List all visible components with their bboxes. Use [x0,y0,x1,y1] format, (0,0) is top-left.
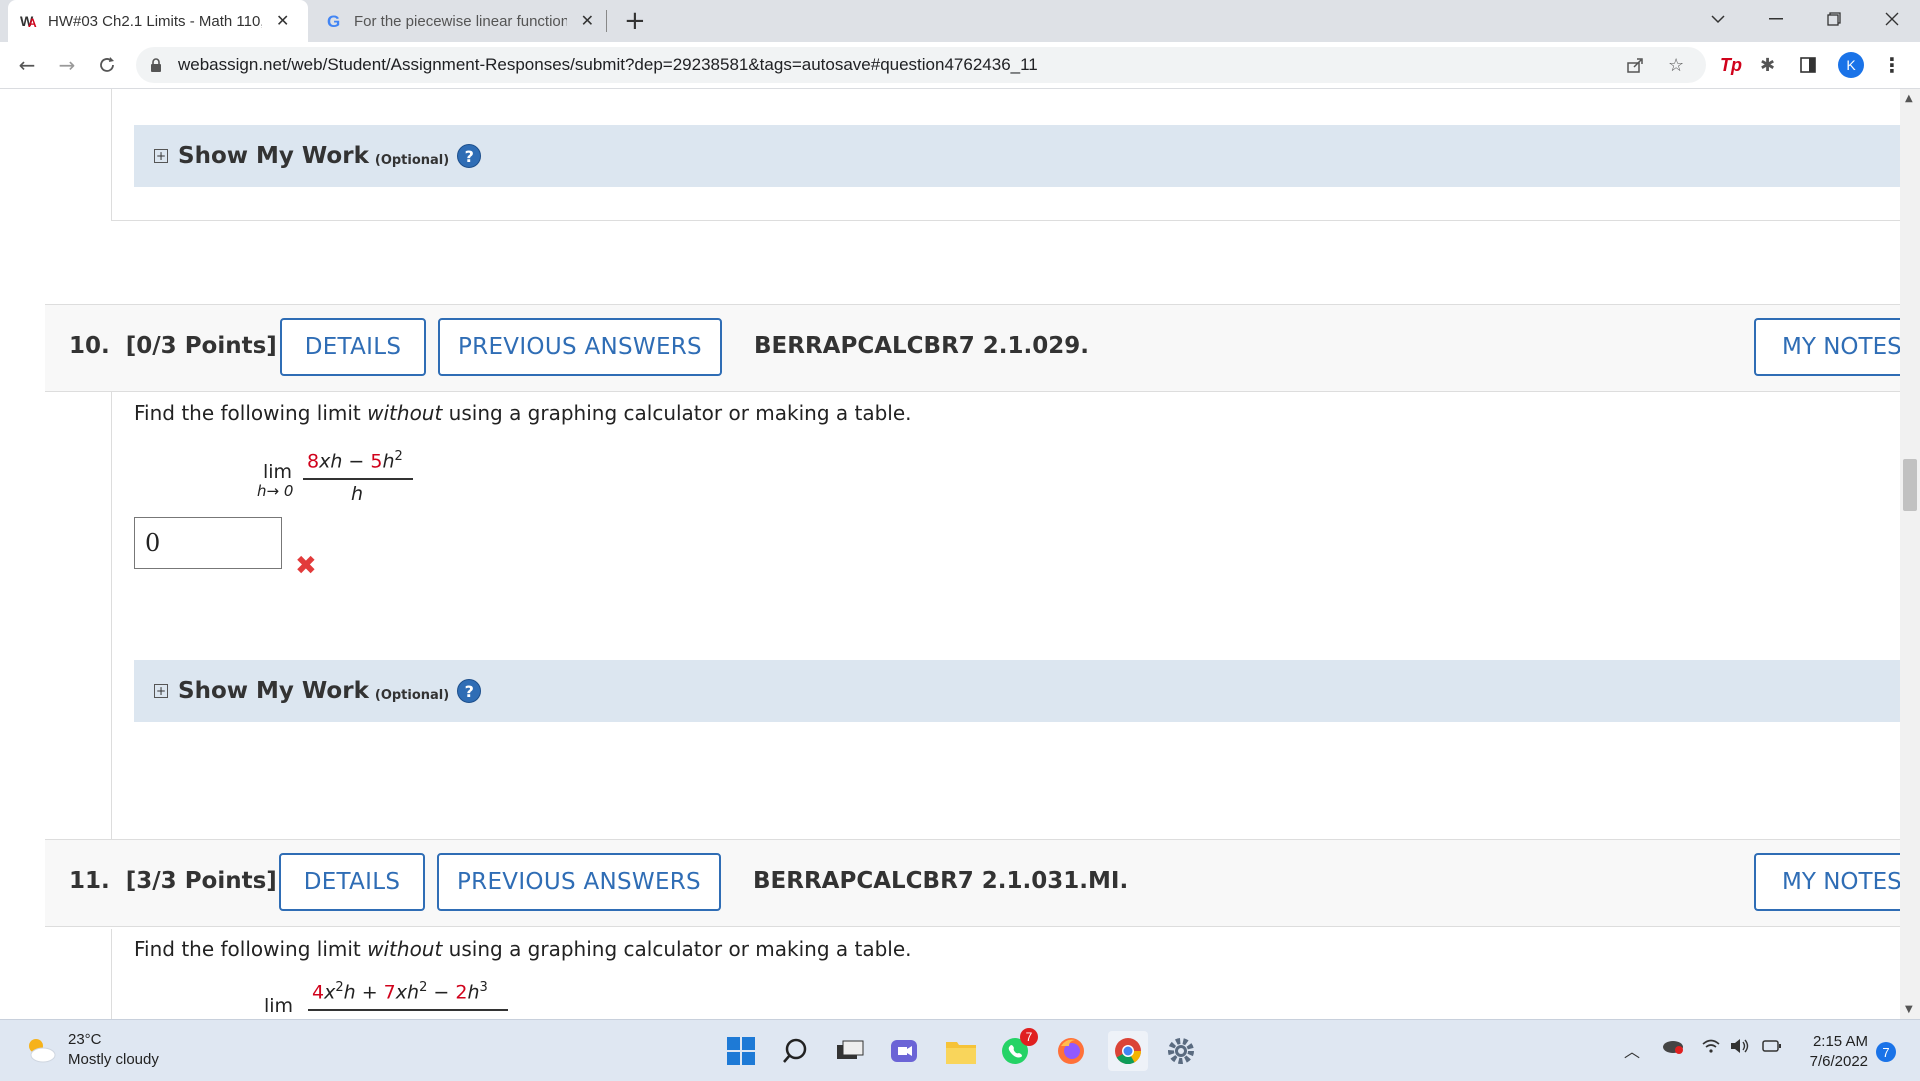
settings-gear-icon[interactable] [1164,1034,1198,1068]
question-11-header: 11. [3/3 Points] DETAILS PREVIOUS ANSWER… [45,839,1904,927]
window-close-icon[interactable] [1868,0,1916,38]
details-button[interactable]: DETAILS [279,853,425,911]
svg-text:G: G [327,12,340,30]
new-tab-icon[interactable]: + [624,6,646,36]
weather-widget[interactable]: 23°C Mostly cloudy [24,1030,159,1070]
scrollbar-thumb[interactable] [1903,459,1917,511]
tab-search-icon[interactable] [1694,0,1742,38]
bookmark-star-icon[interactable]: ☆ [1668,47,1684,83]
chevron-up-icon[interactable]: ︿ [1624,1038,1640,1062]
weather-condition: Mostly cloudy [68,1051,159,1068]
clock-time: 2:15 AM [1812,1033,1868,1050]
scroll-up-icon[interactable]: ▲ [1905,93,1913,104]
tab-title: For the piecewise linear function [354,12,567,30]
expand-plus-icon[interactable]: + [154,684,168,698]
tab-title: HW#03 Ch2.1 Limits - Math 110, [48,12,262,30]
tab-webassign[interactable]: WA HW#03 Ch2.1 Limits - Math 110, ✕ [8,0,308,42]
notification-badge: 7 [1020,1028,1038,1046]
address-bar[interactable]: webassign.net/web/Student/Assignment-Res… [136,47,1706,83]
clock-date: 7/6/2022 [1809,1053,1868,1070]
svg-text:A: A [28,16,37,29]
help-icon[interactable]: ? [457,144,482,168]
close-icon[interactable]: ✕ [276,11,289,31]
system-clock[interactable]: 2:15 AM 7/6/2022 [1800,1032,1868,1072]
minimize-icon[interactable] [1752,0,1800,38]
question-prompt: Find the following limit without using a… [134,937,912,961]
show-my-work-bar[interactable]: + Show My Work (Optional) ? [134,660,1900,722]
fraction-denominator: h [351,483,364,505]
question-number: 11. [3/3 Points] [69,868,277,894]
question-number: 10. [0/3 Points] [69,333,277,359]
webassign-icon: WA [20,12,38,30]
notification-center-badge[interactable]: 7 [1876,1042,1896,1062]
windows-taskbar: 23°C Mostly cloudy 7 ︿ 2:15 AM 7/6/2022 … [0,1019,1920,1081]
tab-strip: WA HW#03 Ch2.1 Limits - Math 110, ✕ G Fo… [0,0,1920,42]
temperature: 23°C [68,1031,102,1048]
lim-operator: lim [263,461,293,483]
lim-operator: lim [264,995,294,1017]
reload-icon[interactable] [92,50,122,80]
chrome-icon[interactable] [1108,1031,1148,1071]
question-reference: BERRAPCALCBR7 2.1.029. [754,333,1090,359]
tab-google[interactable]: G For the piecewise linear function ✕ [314,0,606,42]
onedrive-icon[interactable] [1662,1038,1684,1058]
volume-icon[interactable] [1730,1038,1750,1058]
firefox-icon[interactable] [1054,1034,1088,1068]
search-icon[interactable] [778,1034,812,1068]
my-notes-button[interactable]: MY NOTES [1754,853,1904,911]
show-my-work-label: Show My Work [178,143,369,169]
whatsapp-icon[interactable]: 7 [998,1028,1038,1068]
scroll-down-icon[interactable]: ▼ [1905,1004,1913,1015]
extensions-puzzle-icon[interactable]: ✱ [1760,50,1775,80]
page-content: + Show My Work (Optional) ? 10. [0/3 Poi… [0,89,1920,1019]
forward-arrow-icon[interactable]: → [52,50,82,80]
question-reference: BERRAPCALCBR7 2.1.031.MI. [753,868,1129,894]
battery-icon[interactable] [1762,1038,1782,1057]
show-my-work-label: Show My Work [178,678,369,704]
lock-icon [151,58,161,72]
expand-plus-icon[interactable]: + [154,149,168,163]
show-my-work-bar[interactable]: + Show My Work (Optional) ? [134,125,1900,187]
windows-start-icon[interactable] [724,1034,758,1068]
my-notes-button[interactable]: MY NOTES [1754,318,1904,376]
side-panel-icon[interactable] [1800,50,1816,80]
previous-answers-button[interactable]: PREVIOUS ANSWERS [438,318,722,376]
incorrect-x-icon: ✖ [295,551,317,581]
partly-cloudy-icon [24,1036,56,1064]
question-10-header: 10. [0/3 Points] DETAILS PREVIOUS ANSWER… [45,304,1904,392]
file-explorer-icon[interactable] [944,1034,978,1068]
fraction-numerator: 8xh − 5h2 [307,449,403,473]
lim-subscript: h→ 0 [257,482,294,500]
limit-expression: lim 4x2h + 7xh2 − 2h3 [262,980,522,1019]
google-icon: G [326,12,344,30]
previous-answers-button[interactable]: PREVIOUS ANSWERS [437,853,721,911]
close-icon[interactable]: ✕ [581,11,594,31]
fraction-bar [303,478,413,480]
restore-icon[interactable] [1810,0,1858,38]
limit-expression: lim h→ 0 8xh − 5h2 h [255,449,425,519]
back-arrow-icon[interactable]: ← [12,50,42,80]
share-icon[interactable] [1626,47,1644,83]
tp-extension-icon[interactable]: Tp [1720,50,1742,80]
toolbar: ← → webassign.net/web/Student/Assignment… [0,42,1920,89]
teams-chat-icon[interactable] [888,1034,922,1068]
task-view-icon[interactable] [834,1034,868,1068]
answer-input[interactable]: 0 [134,517,282,569]
profile-avatar[interactable]: K [1838,50,1864,80]
wifi-icon[interactable] [1702,1038,1720,1057]
help-icon[interactable]: ? [457,679,482,703]
fraction-numerator: 4x2h + 7xh2 − 2h3 [312,980,488,1004]
menu-kebab-icon[interactable]: ⋮ [1882,50,1902,80]
tab-separator [606,10,607,32]
fraction-bar [308,1009,508,1011]
details-button[interactable]: DETAILS [280,318,426,376]
optional-label: (Optional) [374,687,450,703]
question-prompt: Find the following limit without using a… [134,401,912,425]
vertical-scrollbar[interactable]: ▲ ▼ [1900,89,1920,1019]
url-text: webassign.net/web/Student/Assignment-Res… [178,55,1038,74]
optional-label: (Optional) [374,152,450,168]
